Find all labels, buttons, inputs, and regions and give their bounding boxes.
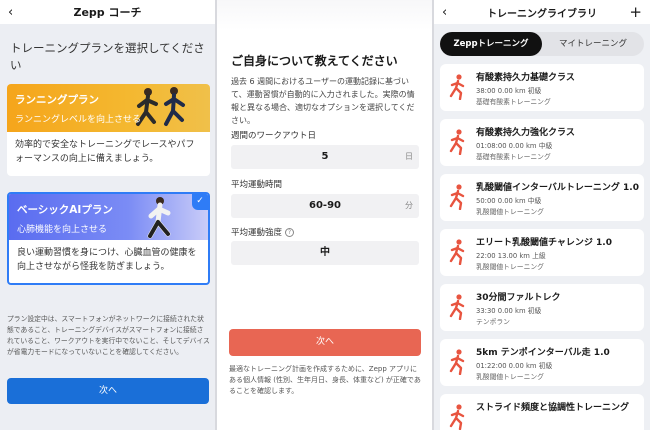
- course-name: 有酸素持久力基礎クラス: [476, 73, 575, 83]
- plan-banner: ベーシックAIプラン 心肺機能を向上させる: [9, 194, 208, 240]
- workout-intensity-value: 中: [320, 247, 330, 258]
- running-person-icon: [449, 294, 465, 320]
- tab-my-training[interactable]: マイトレーニング: [542, 32, 644, 56]
- course-type: 乳酸閾値トレーニング: [476, 263, 544, 271]
- workout-time-label: 平均運動時間: [231, 180, 283, 190]
- course-card[interactable]: 乳酸閾値インターバルトレーニング 1.0 50:00 0.00 km 中級 乳酸閾値…: [440, 174, 644, 221]
- course-meta: 38:00 0.00 km 初級: [476, 87, 542, 95]
- back-chevron-icon[interactable]: ‹: [442, 5, 456, 20]
- course-type: 基礎有酸素トレーニング: [476, 153, 551, 161]
- workout-intensity-label-row: 平均運動強度?: [231, 226, 295, 238]
- course-card[interactable]: 30分間ファルトレク 33:30 0.00 km 初級 テンポラン: [440, 284, 644, 331]
- plan-banner: ランニングプラン ランニングレベルを向上させる: [7, 84, 210, 132]
- course-card[interactable]: エリート乳酸閾値チャレンジ 1.0 22:00 13.00 km 上級 乳酸閾値トレ…: [440, 229, 644, 276]
- course-type: 基礎有酸素トレーニング: [476, 98, 551, 106]
- workout-days-selector[interactable]: 5 日: [231, 145, 419, 169]
- course-meta: 22:00 13.00 km 上級: [476, 252, 546, 260]
- next-button[interactable]: 次へ: [229, 329, 421, 356]
- course-meta: 01:22:00 0.00 km 初級: [476, 362, 553, 370]
- top-bar: ‹ トレーニングライブラリ +: [434, 0, 650, 24]
- running-person-icon: [449, 404, 465, 430]
- course-type: 乳酸閾値トレーニング: [476, 208, 544, 216]
- course-meta: 50:00 0.00 km 中級: [476, 197, 542, 205]
- workout-time-value: 60-90: [309, 200, 341, 211]
- training-library-screen: ‹ トレーニングライブラリ + Zeppトレーニング マイトレーニング 有酸素持…: [434, 0, 650, 430]
- top-bar: ‹ Zepp コーチ: [0, 0, 215, 24]
- running-plan-card[interactable]: ランニングプラン ランニングレベルを向上させる 効率的で安全なトレーニングでレー…: [7, 84, 210, 176]
- course-name: 有酸素持久力強化クラス: [476, 128, 575, 138]
- workout-days-value: 5: [321, 151, 329, 162]
- course-name: 30分間ファルトレク: [476, 293, 561, 303]
- segmented-tabs: Zeppトレーニング マイトレーニング: [440, 32, 644, 56]
- plan-description: 良い運動習慣を身につけ、心臓血管の健康を向上させながら怪我を防ぎましょう。: [17, 248, 197, 272]
- screenshot-collage: ‹ Zepp コーチ トレーニングプランを選択してください ランニングプラン ラ…: [0, 0, 650, 430]
- course-meta: 01:08:00 0.00 km 中級: [476, 142, 553, 150]
- course-name: 5km テンポインターバル走 1.0: [476, 348, 610, 358]
- plan-description: 効率的で安全なトレーニングでレースやパフォーマンスの向上に備えましょう。: [15, 140, 195, 164]
- section-heading: トレーニングプランを選択してください: [10, 41, 205, 72]
- course-meta: 33:30 0.00 km 初級: [476, 307, 542, 315]
- tab-zepp-training[interactable]: Zeppトレーニング: [440, 32, 542, 56]
- course-card[interactable]: 有酸素持久力基礎クラス 38:00 0.00 km 初級基礎有酸素トレーニング: [440, 64, 644, 111]
- workout-intensity-label: 平均運動強度: [231, 228, 283, 238]
- course-card[interactable]: ストライド頻度と協調性トレーニング: [440, 394, 644, 430]
- plan-name: ベーシックAIプラン: [17, 204, 113, 216]
- plan-name: ランニングプラン: [15, 94, 99, 106]
- selected-check-icon: ✓: [192, 194, 208, 210]
- notice-text: プラン設定中は、スマートフォンがネットワークに接続された状態であること、トレーニ…: [7, 315, 210, 356]
- workout-time-unit: 分: [405, 201, 413, 210]
- profile-screen: ご自身について教えてください 過去 6 週間におけるユーザーの運動記録に基づいて…: [217, 0, 432, 430]
- page-title: トレーニングライブラリ: [487, 8, 597, 20]
- basic-ai-plan-card[interactable]: ✓ ベーシックAIプラン 心肺機能を向上させる 良い運動習慣を身につけ、心臓血管…: [7, 192, 210, 285]
- add-plus-icon[interactable]: +: [628, 3, 642, 21]
- plan-subtitle: 心肺機能を向上させる: [17, 225, 108, 235]
- workout-time-selector[interactable]: 60-90 分: [231, 194, 419, 218]
- workout-intensity-selector[interactable]: 中: [231, 241, 419, 265]
- back-chevron-icon[interactable]: ‹: [8, 5, 22, 20]
- info-icon[interactable]: ?: [285, 228, 295, 237]
- course-name: 乳酸閾値インターバルトレーニング 1.0: [476, 183, 639, 193]
- course-type: 乳酸閾値トレーニング: [476, 373, 544, 381]
- plan-subtitle: ランニングレベルを向上させる: [15, 115, 142, 125]
- running-person-icon: [449, 184, 465, 210]
- running-person-icon: [449, 74, 465, 100]
- running-person-icon: [449, 349, 465, 375]
- next-button[interactable]: 次へ: [7, 378, 209, 404]
- course-type: テンポラン: [476, 318, 510, 326]
- course-card[interactable]: 有酸素持久力強化クラス 01:08:00 0.00 km 中級 基礎有酸素トレーニン…: [440, 119, 644, 166]
- course-name: ストライド頻度と協調性トレーニング: [476, 403, 630, 413]
- plan-select-screen: ‹ Zepp コーチ トレーニングプランを選択してください ランニングプラン ラ…: [0, 0, 215, 430]
- running-person-icon: [449, 239, 465, 265]
- notice-text: 最適なトレーニング計画を作成するために、Zepp アプリにある個人情報 (性別、…: [229, 365, 421, 395]
- page-title: ご自身について教えてください: [231, 54, 398, 68]
- course-name: エリート乳酸閾値チャレンジ 1.0: [476, 238, 612, 248]
- workout-days-unit: 日: [405, 152, 413, 161]
- running-person-icon: [449, 129, 465, 155]
- page-description: 過去 6 週間におけるユーザーの運動記録に基づいて、運動習慣が自動的に入力されま…: [231, 77, 415, 125]
- page-title: Zepp コーチ: [73, 6, 142, 19]
- top-fade: [217, 0, 432, 30]
- course-card[interactable]: 5km テンポインターバル走 1.0 01:22:00 0.00 km 初級 乳酸閾…: [440, 339, 644, 386]
- workout-days-label: 週間のワークアウト日: [231, 131, 317, 141]
